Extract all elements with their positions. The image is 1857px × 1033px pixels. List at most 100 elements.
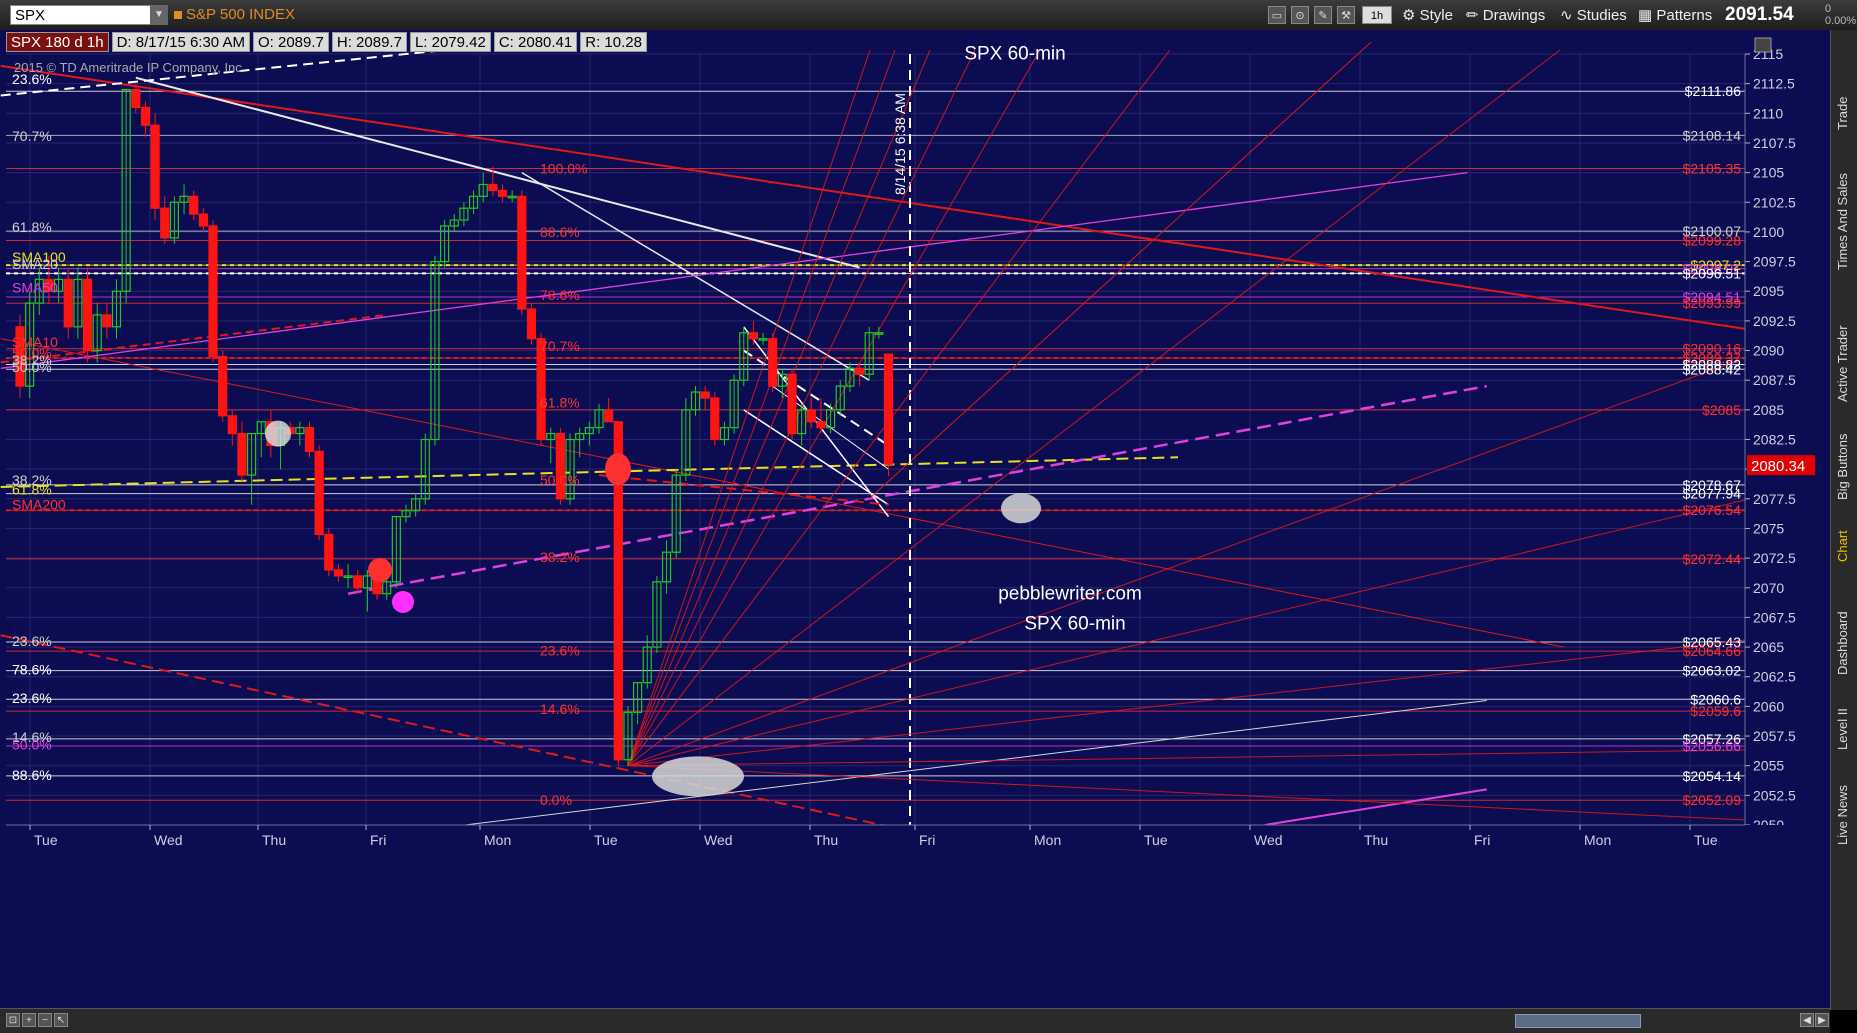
candle-body (517, 195, 527, 310)
current-price-label: 2080.34 (1751, 458, 1805, 475)
y-tick-label: 2082.5 (1753, 432, 1796, 448)
chart-label-annotation: SPX 60-min (1024, 613, 1125, 634)
bar-open: O: 2089.7 (253, 32, 329, 52)
style-menu[interactable]: ⚙ Style (1402, 6, 1453, 24)
level-label: $2108.14 (1683, 127, 1742, 143)
candle-body (806, 409, 816, 423)
zoom-out-icon[interactable]: − (38, 1013, 52, 1027)
tab-active-trader[interactable]: Active Trader (1835, 325, 1850, 402)
fib-label-mid: 50.0% (540, 472, 580, 488)
candle-body (150, 124, 160, 209)
y-tick-label: 2060 (1753, 698, 1784, 714)
level-label: $2056.66 (1683, 738, 1742, 754)
tab-times-and-sales[interactable]: Times And Sales (1835, 173, 1850, 270)
fib-label-left: 50.0% (12, 736, 52, 752)
fib-label-left: SMA200 (12, 497, 66, 513)
pencil-icon: ✏ (1466, 7, 1483, 24)
y-tick-label: 2075 (1753, 520, 1784, 536)
fib-label-left: SMA50 (12, 280, 58, 296)
top-toolbar: SPX ▼ S&P 500 INDEX ▭ ⊙ ✎ ⚒ 1h ⚙ Style ✏… (0, 0, 1857, 31)
candle-body (353, 575, 363, 589)
zoom-in-icon[interactable]: + (22, 1013, 36, 1027)
fib-label-left: 23.6% (12, 690, 52, 706)
tab-chart[interactable]: Chart (1835, 530, 1850, 562)
x-tick-label: Mon (1034, 832, 1061, 848)
tab-dashboard[interactable]: Dashboard (1835, 611, 1850, 675)
candle-body (63, 278, 73, 328)
x-tick-label: Wed (1254, 832, 1283, 848)
level-label: $2099.28 (1683, 232, 1742, 248)
tab-level-ii[interactable]: Level II (1835, 708, 1850, 750)
symbol-period: SPX 180 d 1h (6, 32, 109, 52)
y-tick-label: 2057.5 (1753, 728, 1796, 744)
y-tick-label: 2100 (1753, 224, 1784, 240)
x-tick-label: Tue (34, 832, 58, 848)
candle-body (787, 373, 797, 435)
patterns-menu[interactable]: ▦ Patterns (1638, 6, 1712, 24)
sync-icon[interactable]: ⊙ (1291, 6, 1309, 24)
tab-trade[interactable]: Trade (1835, 97, 1850, 130)
wrench-icon[interactable]: ⚒ (1337, 6, 1355, 24)
price-change: 0 0.00% (1825, 3, 1857, 27)
interval-button[interactable]: 1h (1362, 6, 1392, 24)
layout-icon[interactable]: ▭ (1268, 6, 1286, 24)
level-label: $2064.66 (1683, 643, 1742, 659)
candle-body (604, 409, 614, 423)
x-axis-background (0, 825, 1830, 1008)
candle-body (768, 338, 778, 387)
y-tick-label: 2092.5 (1753, 313, 1796, 329)
y-tick-label: 2055 (1753, 758, 1784, 774)
price-chart[interactable]: $2111.86$2108.14$2105.35$2100.07$2099.28… (0, 30, 1830, 1008)
bar-high: H: 2089.7 (331, 32, 407, 52)
time-scrollbar[interactable] (1515, 1014, 1641, 1028)
candle-body (333, 569, 344, 577)
studies-menu[interactable]: ∿ Studies (1560, 6, 1627, 24)
scroll-right-icon[interactable]: ▶ (1815, 1013, 1829, 1027)
low-oval (652, 756, 744, 797)
index-name-label: S&P 500 INDEX (186, 6, 295, 23)
y-tick-label: 2097.5 (1753, 254, 1796, 270)
patterns-icon: ▦ (1638, 7, 1657, 24)
red-oval (605, 453, 631, 486)
drag-icon[interactable]: ⊡ (6, 1013, 20, 1027)
candle-body (131, 88, 141, 108)
fib-label-mid: 14.6% (540, 701, 580, 717)
candle-body (314, 450, 324, 535)
right-sidebar: Trade Times And Sales Active Trader Big … (1830, 30, 1857, 1010)
y-tick-label: 2070 (1753, 580, 1784, 596)
candle-body (324, 533, 334, 571)
site-annotation: pebblewriter.com (998, 584, 1142, 605)
symbol-dropdown-icon[interactable]: ▼ (150, 5, 168, 25)
tab-big-buttons[interactable]: Big Buttons (1835, 434, 1850, 501)
candle-body (748, 332, 759, 340)
last-price: 2091.54 (1725, 4, 1794, 25)
candle-body (816, 421, 826, 429)
level-label: $2085 (1702, 402, 1741, 418)
tools-icon[interactable]: ✎ (1314, 6, 1332, 24)
cursor-icon[interactable]: ↖ (54, 1013, 68, 1027)
y-tick-label: 2072.5 (1753, 550, 1796, 566)
fib-label-left: SMA20 (12, 256, 58, 272)
bar-close: C: 2080.41 (493, 32, 578, 52)
y-tick-label: 2107.5 (1753, 135, 1796, 151)
fib-label-mid: 70.7% (540, 338, 580, 354)
y-tick-label: 2090 (1753, 343, 1784, 359)
drawings-menu[interactable]: ✏ Drawings (1466, 6, 1545, 24)
fib-label-left: 78.6% (12, 662, 52, 678)
candle-body (102, 314, 112, 328)
level-label: $2063.02 (1683, 663, 1742, 679)
vertical-date-label: 8/14/15 6:38 AM (892, 93, 908, 195)
candle-body (304, 427, 315, 452)
x-tick-label: Fri (919, 832, 935, 848)
tab-live-news[interactable]: Live News (1835, 785, 1850, 845)
symbol-input[interactable]: SPX (10, 5, 160, 25)
index-name: S&P 500 INDEX (174, 6, 295, 23)
y-tick-label: 2105 (1753, 165, 1784, 181)
y-axis: 21152112.521102107.521052102.521002097.5… (1744, 30, 1830, 855)
candle-body (488, 183, 498, 192)
y-tick-label: 2087.5 (1753, 372, 1796, 388)
index-color-icon (174, 11, 182, 19)
scroll-left-icon[interactable]: ◀ (1800, 1013, 1814, 1027)
fib-label-mid: 88.6% (540, 224, 580, 240)
fib-label-mid: 23.6% (540, 643, 580, 659)
